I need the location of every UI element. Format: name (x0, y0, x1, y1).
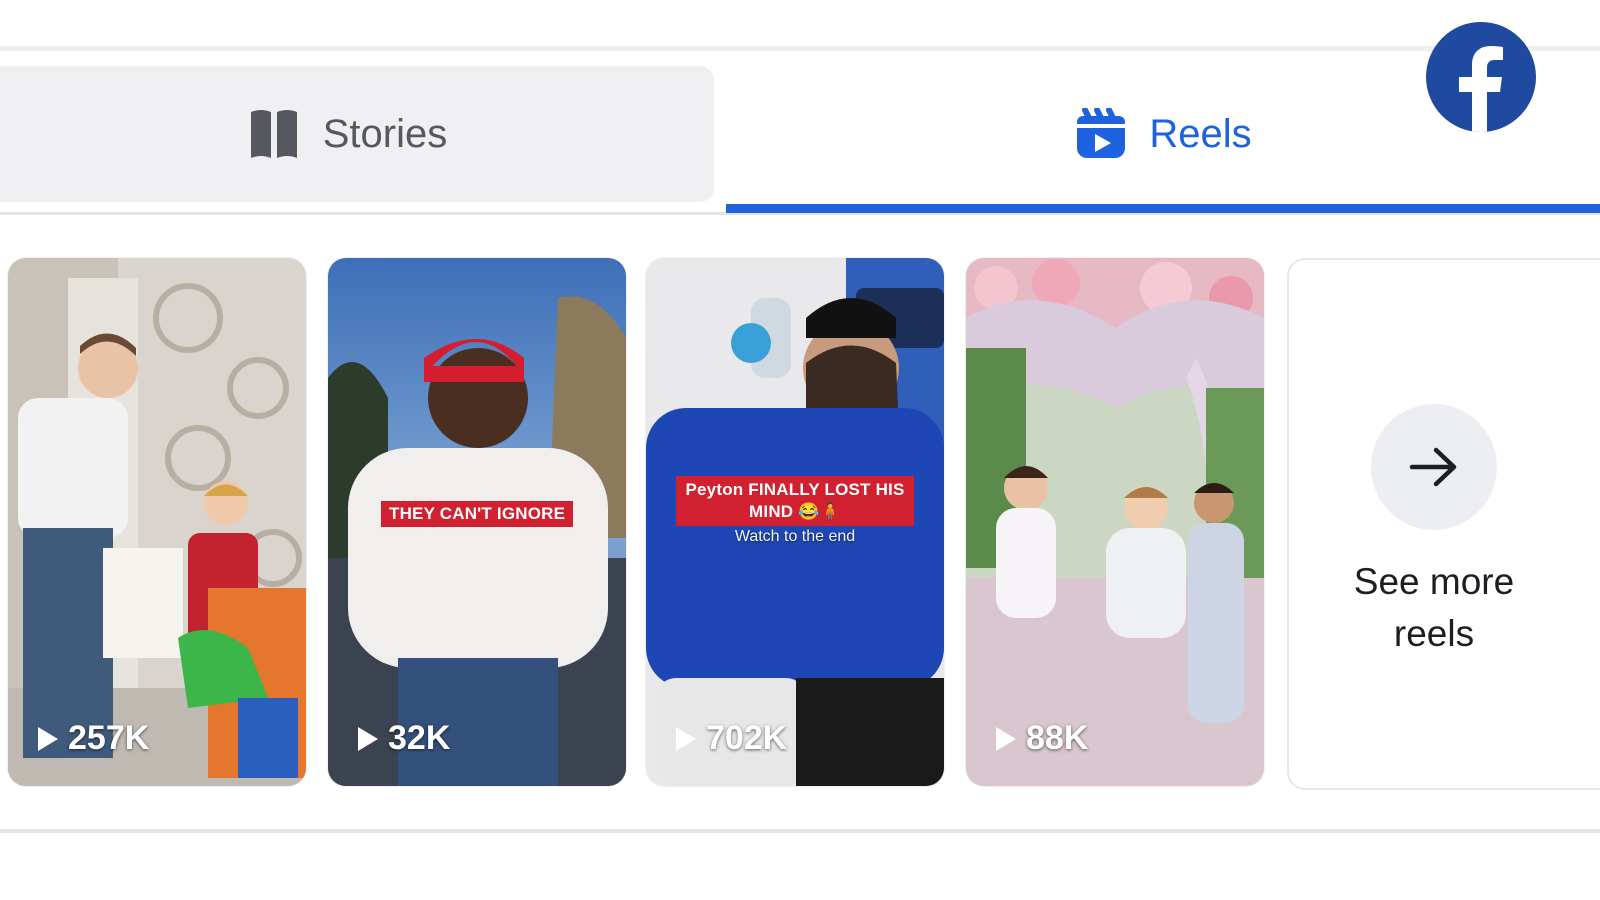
play-icon (996, 726, 1016, 751)
reel-card[interactable]: Peyton FINALLY LOST HIS MIND 😂🧍 Watch to… (646, 258, 944, 786)
book-icon (247, 108, 301, 160)
top-divider (0, 46, 1600, 51)
reel-thumbnail-image (8, 258, 306, 786)
reel-card[interactable]: 257K (8, 258, 306, 786)
reels-icon (1075, 108, 1127, 160)
view-count: 32K (354, 719, 450, 758)
bottom-divider (0, 829, 1600, 833)
play-icon (358, 726, 378, 751)
see-more-button[interactable] (1371, 404, 1497, 530)
reel-caption: Peyton FINALLY LOST HIS MIND 😂🧍 (676, 476, 914, 526)
view-count-label: 32K (388, 719, 451, 757)
view-count-label: 257K (68, 719, 150, 757)
view-count: 702K (672, 719, 787, 758)
view-count-label: 88K (1026, 719, 1089, 757)
tab-reels-label: Reels (1149, 111, 1252, 156)
arrow-right-icon (1409, 447, 1457, 487)
reel-card[interactable]: THEY CAN'T IGNORE 32K (328, 258, 626, 786)
reel-card[interactable]: 88K (966, 258, 1264, 786)
reel-subcaption: Watch to the end (734, 528, 856, 545)
see-more-reels-card[interactable]: See more reels (1287, 258, 1600, 790)
view-count: 257K (34, 719, 149, 758)
reel-caption: THEY CAN'T IGNORE (381, 501, 574, 527)
play-icon (676, 726, 696, 751)
play-icon (38, 726, 58, 751)
reel-thumbnail-image (966, 258, 1264, 786)
tab-reels[interactable]: Reels (727, 66, 1600, 202)
tab-stories[interactable]: Stories (0, 66, 714, 202)
view-count-label: 702K (706, 719, 788, 757)
view-count: 88K (992, 719, 1088, 758)
see-more-label: See more reels (1353, 561, 1515, 654)
active-tab-indicator (726, 204, 1600, 213)
reels-section: Stories Reels 257K THEY CAN'T IGNORE 32K… (0, 0, 1600, 900)
tab-stories-label: Stories (322, 111, 448, 156)
